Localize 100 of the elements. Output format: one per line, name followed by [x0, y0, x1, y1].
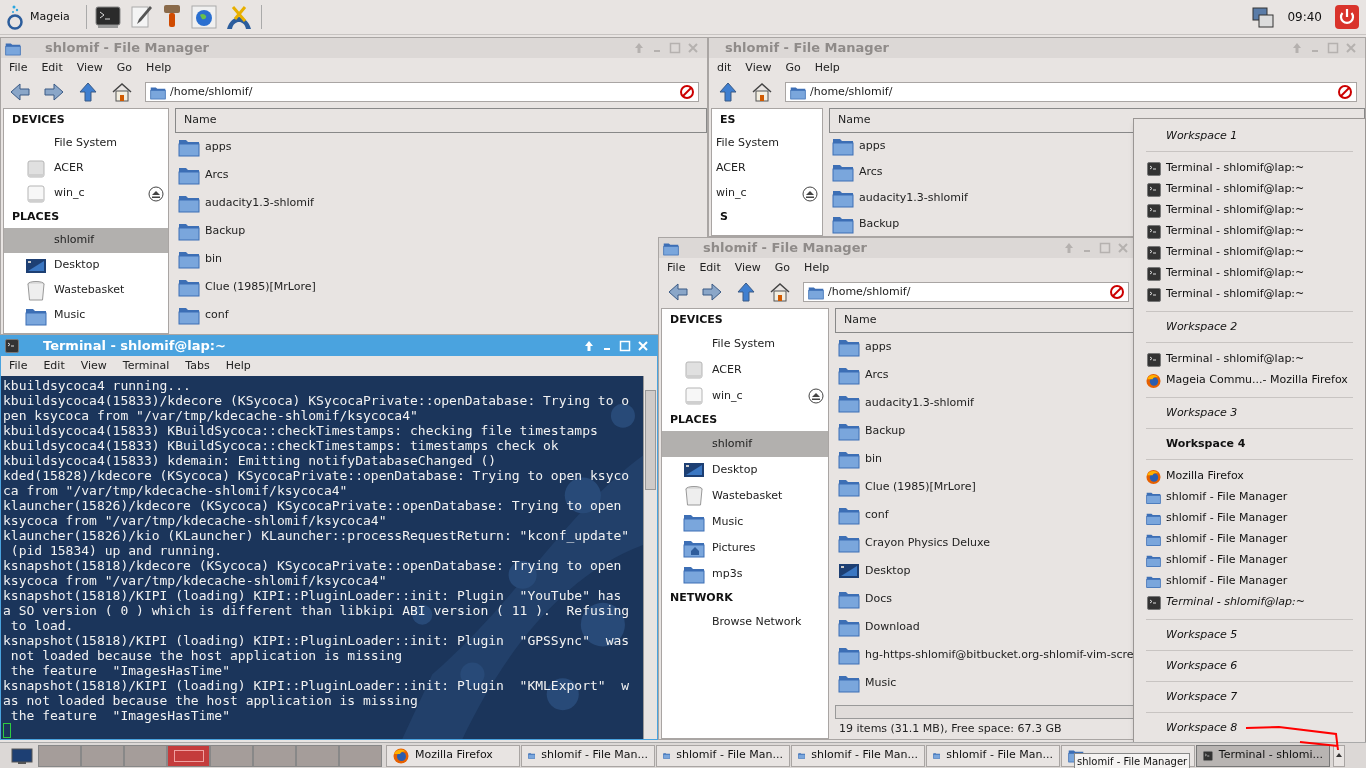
file-row[interactable]: audacity1.3-shlomif [175, 189, 316, 217]
column-header[interactable]: Name [175, 108, 707, 133]
task-button[interactable]: shlomif - File Man... [521, 744, 655, 767]
window-menu-item[interactable]: Terminal - shlomif@lap:~ [1146, 592, 1353, 613]
file-row[interactable]: Clue (1985)[MrLore] [175, 273, 318, 301]
file-row[interactable]: apps [835, 333, 894, 361]
workspace-pager-cell[interactable] [210, 744, 253, 767]
file-row[interactable]: hg-https-shlomif@bitbucket.org-shlomif-vim-scre [835, 641, 1136, 669]
vertical-scrollbar[interactable] [643, 376, 657, 739]
sidebar-item[interactable]: Desktop [4, 253, 168, 278]
menu-item[interactable]: Tabs [185, 357, 210, 375]
home-icon[interactable] [111, 81, 133, 103]
file-row[interactable]: Backup [835, 417, 908, 445]
stop-icon[interactable] [1338, 85, 1352, 99]
sidebar-item[interactable]: ACER [712, 156, 822, 181]
sidebar-item[interactable]: File System [662, 331, 828, 357]
menu-item[interactable]: Help [225, 357, 251, 375]
location-field[interactable]: /home/shlomif/ [803, 282, 1129, 302]
task-button[interactable]: shlomif - File Man... [791, 744, 925, 767]
file-row[interactable]: Desktop [835, 557, 913, 585]
sidebar-item[interactable]: ACER [4, 156, 168, 181]
menu-item[interactable]: Edit [43, 357, 65, 375]
home-icon[interactable] [769, 281, 791, 303]
window-menu-item[interactable]: shlomif - File Manager [1146, 571, 1353, 592]
window-menu-item[interactable]: shlomif - File Manager [1146, 550, 1353, 571]
file-row[interactable]: apps [175, 133, 234, 161]
workspace-heading[interactable]: Workspace 7 [1146, 682, 1353, 712]
show-desktop-icon[interactable] [10, 746, 34, 765]
workspace-pager-cell[interactable] [296, 744, 339, 767]
forward-arrow-icon[interactable] [701, 281, 723, 303]
power-icon[interactable] [1334, 4, 1360, 30]
clock[interactable]: 09:40 [1283, 8, 1326, 26]
workspace-heading[interactable]: Workspace 2 [1146, 312, 1353, 342]
location-field[interactable]: /home/shlomif/ [785, 82, 1357, 102]
workspace-heading[interactable]: Workspace 3 [1146, 398, 1353, 428]
file-row[interactable]: Arcs [175, 161, 231, 189]
window-menu-item[interactable]: Mageia Commu...- Mozilla Firefox [1146, 370, 1353, 391]
file-row[interactable]: Backup [175, 217, 248, 245]
globe-icon[interactable] [190, 5, 217, 29]
menu-item[interactable]: dit [717, 59, 732, 77]
sidebar-item[interactable]: Wastebasket [4, 278, 168, 303]
task-button[interactable]: Mozilla Firefox [386, 744, 520, 767]
up-arrow-icon[interactable] [735, 281, 757, 303]
file-row[interactable]: apps [829, 133, 888, 159]
stop-icon[interactable] [1110, 285, 1124, 299]
sidebar-item[interactable]: shlomif [662, 431, 828, 457]
sidebar-item[interactable]: win_c [4, 181, 168, 206]
window-menu-item[interactable]: Terminal - shlomif@lap:~ [1146, 242, 1353, 263]
sidebar-item[interactable]: Desktop [662, 457, 828, 483]
home-icon[interactable] [751, 81, 773, 103]
window-menu-item[interactable]: Terminal - shlomif@lap:~ [1146, 349, 1353, 370]
sidebar-item[interactable]: Wastebasket [662, 483, 828, 509]
sidebar-item[interactable]: Music [4, 303, 168, 328]
file-row[interactable]: Clue (1985)[MrLore] [835, 473, 978, 501]
task-button[interactable]: Terminal - shlomi... [1196, 744, 1330, 767]
workspace-heading[interactable]: Workspace 4 [1146, 429, 1353, 459]
scroll-up-icon[interactable] [1333, 744, 1345, 767]
workspace-pager-cell[interactable] [253, 744, 296, 767]
window-menu-item[interactable]: shlomif - File Manager [1146, 529, 1353, 550]
window-menu-item[interactable]: shlomif - File Manager [1146, 487, 1353, 508]
workspace-heading[interactable]: Workspace 8 [1146, 713, 1353, 743]
file-row[interactable]: Arcs [835, 361, 891, 389]
file-row[interactable]: Crayon Physics Deluxe [835, 529, 993, 557]
stop-icon[interactable] [680, 85, 694, 99]
terminal-icon[interactable] [94, 5, 121, 29]
menu-item[interactable]: Help [146, 59, 172, 77]
sidebar-item[interactable]: Pictures [662, 535, 828, 561]
eject-icon[interactable] [148, 185, 164, 202]
task-button[interactable]: shlomif - File Man... [656, 744, 790, 767]
menu-item[interactable]: Help [814, 59, 840, 77]
file-row[interactable]: conf [835, 501, 891, 529]
menu-item[interactable]: File [9, 357, 28, 375]
menu-item[interactable]: Help [804, 259, 830, 277]
workspace-heading[interactable]: Workspace 6 [1146, 651, 1353, 681]
workspace-pager-cell[interactable] [124, 744, 167, 767]
sidebar-item[interactable]: mp3s [662, 561, 828, 587]
window-menu-item[interactable]: Mozilla Firefox [1146, 466, 1353, 487]
file-row[interactable]: Backup [829, 211, 902, 236]
menu-item[interactable]: View [80, 357, 107, 375]
file-row[interactable]: Download [835, 613, 922, 641]
sidebar-item[interactable]: File System [712, 131, 822, 156]
applications-menu-button[interactable]: Mageia [6, 4, 78, 30]
window-menu-item[interactable]: Terminal - shlomif@lap:~ [1146, 284, 1353, 305]
forward-arrow-icon[interactable] [43, 81, 65, 103]
menu-item[interactable]: Go [785, 59, 801, 77]
file-row[interactable]: audacity1.3-shlomif [829, 185, 970, 211]
pencil-icon[interactable] [128, 4, 153, 30]
menu-item[interactable]: Edit [41, 59, 63, 77]
menu-item[interactable]: File [9, 59, 28, 77]
sidebar-item[interactable]: File System [4, 131, 168, 156]
file-row[interactable]: bin [835, 445, 884, 473]
menu-item[interactable]: Go [116, 59, 133, 77]
sidebar-item[interactable]: shlomif [4, 228, 168, 253]
window-menu-item[interactable]: Terminal - shlomif@lap:~ [1146, 158, 1353, 179]
file-row[interactable]: Arcs [829, 159, 885, 185]
workspace-heading[interactable]: Workspace 5 [1146, 620, 1353, 650]
eject-icon[interactable] [802, 185, 818, 202]
menu-item[interactable]: View [734, 259, 761, 277]
workspace-pager-cell[interactable] [339, 744, 382, 767]
window-menu-item[interactable]: Terminal - shlomif@lap:~ [1146, 179, 1353, 200]
